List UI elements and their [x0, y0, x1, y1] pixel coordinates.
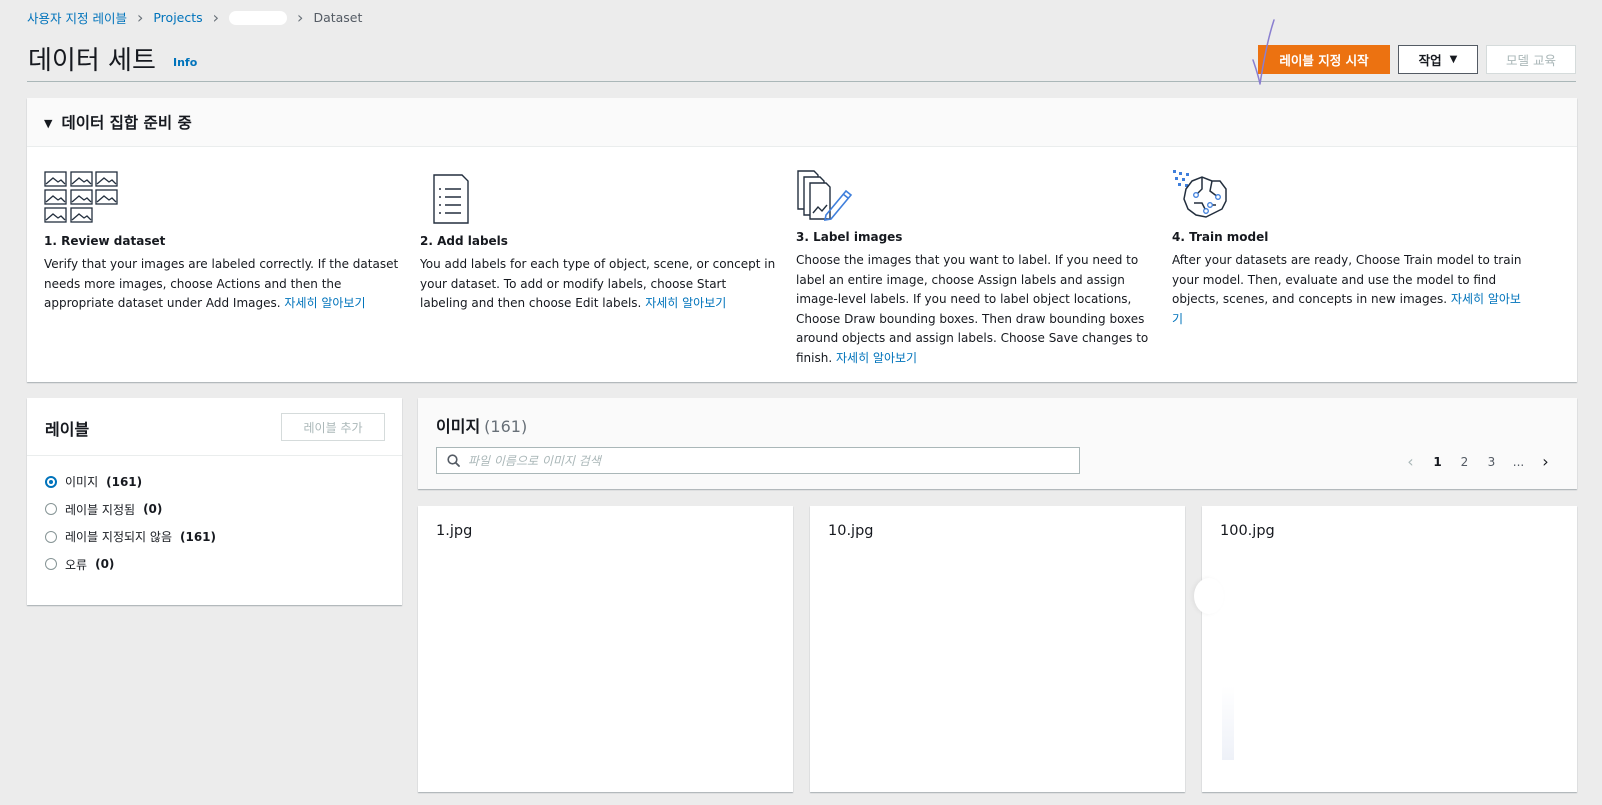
filter-label: 오류 — [65, 557, 88, 572]
labels-panel-header: 레이블 레이블 추가 — [27, 398, 402, 456]
dataset-prep-panel: ▼ 데이터 집합 준비 중 1. Review dataset Verify t — [27, 98, 1577, 382]
step-text: Choose the images that you want to label… — [796, 251, 1152, 368]
filter-count: (0) — [143, 502, 163, 517]
brain-icon — [1172, 169, 1528, 223]
prep-steps: 1. Review dataset Verify that your image… — [27, 147, 1577, 382]
step-title: 4. Train model — [1172, 230, 1269, 244]
info-link[interactable]: Info — [173, 56, 197, 69]
learn-more-link[interactable]: 자세히 알아보기 — [645, 296, 726, 310]
search-input[interactable] — [468, 453, 1048, 468]
image-filename[interactable]: 10.jpg — [828, 523, 874, 539]
image-filename[interactable]: 100.jpg — [1220, 523, 1275, 539]
image-placeholder-shape — [1222, 686, 1234, 760]
image-search[interactable] — [436, 447, 1080, 474]
step-title: 1. Review dataset — [44, 234, 166, 248]
step-review-dataset: 1. Review dataset Verify that your image… — [44, 171, 400, 314]
caret-down-icon: ▼ — [1449, 54, 1458, 65]
page-ellipsis: ... — [1512, 454, 1525, 469]
add-label-button: 레이블 추가 — [281, 413, 385, 441]
chevron-left-icon[interactable]: ‹ — [1397, 452, 1424, 471]
train-model-button: 모델 교육 — [1486, 45, 1576, 74]
images-panel-header: 이미지(161) ‹ 1 2 3 ... › — [418, 398, 1577, 489]
filter-errors[interactable]: 오류 (0) — [45, 551, 402, 579]
chevron-right-icon: › — [212, 7, 220, 27]
step-label-images: 3. Label images Choose the images that y… — [796, 169, 1152, 368]
images-count: (161) — [484, 417, 528, 436]
step-text: You add labels for each type of object, … — [420, 255, 776, 314]
prep-panel-title: 데이터 집합 준비 중 — [61, 114, 192, 132]
actions-button[interactable]: 작업 ▼ — [1398, 45, 1478, 74]
radio-button[interactable] — [45, 530, 57, 543]
header-actions: 레이블 지정 시작 작업 ▼ 모델 교육 — [1258, 45, 1576, 74]
label-filter-list: 이미지 (161) 레이블 지정됨 (0) 레이블 지정되지 않음 (161) … — [27, 456, 402, 578]
step-title: 3. Label images — [796, 230, 903, 244]
breadcrumb-project-redacted[interactable] — [229, 10, 288, 25]
page-title: 데이터 세트 — [28, 46, 156, 76]
labels-title: 레이블 — [45, 420, 90, 439]
labels-panel: 레이블 레이블 추가 이미지 (161) 레이블 지정됨 (0) 레이블 지정되… — [27, 398, 402, 605]
list-document-icon — [420, 171, 776, 227]
prep-panel-header[interactable]: ▼ 데이터 집합 준비 중 — [27, 98, 1577, 147]
search-icon — [447, 454, 460, 467]
filter-unlabeled[interactable]: 레이블 지정되지 않음 (161) — [45, 523, 402, 551]
radio-button-checked[interactable] — [45, 475, 57, 488]
image-grid-icon — [44, 171, 400, 227]
breadcrumb-projects[interactable]: Projects — [153, 10, 202, 25]
step-text: After your datasets are ready, Choose Tr… — [1172, 251, 1528, 329]
filter-label: 레이블 지정되지 않음 — [65, 530, 172, 545]
radio-button[interactable] — [45, 503, 57, 516]
step-description: Choose the images that you want to label… — [796, 253, 1149, 365]
learn-more-link[interactable]: 자세히 알아보기 — [836, 351, 917, 365]
filter-label: 이미지 — [65, 475, 99, 490]
pencil-images-icon — [796, 169, 1152, 223]
step-add-labels: 2. Add labels You add labels for each ty… — [420, 171, 776, 314]
image-filename[interactable]: 1.jpg — [436, 523, 472, 539]
filter-label: 레이블 지정됨 — [65, 502, 136, 517]
actions-label: 작업 — [1418, 53, 1442, 68]
step-title: 2. Add labels — [420, 234, 508, 248]
image-card[interactable]: 10.jpg — [810, 506, 1185, 792]
radio-button[interactable] — [45, 558, 57, 571]
filter-count: (0) — [95, 557, 115, 572]
images-title-text: 이미지 — [436, 417, 481, 436]
breadcrumb-current: Dataset — [313, 10, 363, 25]
step-train-model: 4. Train model After your datasets are r… — [1172, 169, 1528, 329]
filter-all-images[interactable]: 이미지 (161) — [45, 468, 402, 496]
image-card[interactable]: 100.jpg — [1194, 506, 1577, 792]
chevron-right-icon[interactable]: › — [1532, 452, 1559, 471]
page-2[interactable]: 2 — [1451, 455, 1478, 469]
breadcrumb-custom-labels[interactable]: 사용자 지정 레이블 — [27, 8, 127, 27]
filter-labeled[interactable]: 레이블 지정됨 (0) — [45, 496, 402, 524]
pagination: ‹ 1 2 3 ... › — [1397, 452, 1559, 471]
collapse-triangle-icon[interactable]: ▼ — [44, 117, 52, 130]
image-placeholder-shape — [1194, 578, 1224, 614]
learn-more-link[interactable]: 자세히 알아보기 — [284, 296, 365, 310]
pen-annotation-mark — [1252, 19, 1275, 85]
chevron-right-icon: › — [297, 7, 304, 27]
breadcrumb: 사용자 지정 레이블 › Projects › › Dataset — [27, 8, 362, 27]
page-header: 데이터 세트 Info 레이블 지정 시작 작업 ▼ 모델 교육 — [27, 40, 1576, 82]
step-text: Verify that your images are labeled corr… — [44, 255, 400, 314]
chevron-right-icon: › — [136, 7, 144, 27]
image-card[interactable]: 1.jpg — [418, 506, 793, 792]
filter-count: (161) — [180, 529, 217, 544]
page-3[interactable]: 3 — [1478, 455, 1505, 469]
filter-count: (161) — [106, 474, 143, 489]
images-title: 이미지 (161) — [436, 413, 527, 437]
page-1[interactable]: 1 — [1424, 455, 1451, 469]
